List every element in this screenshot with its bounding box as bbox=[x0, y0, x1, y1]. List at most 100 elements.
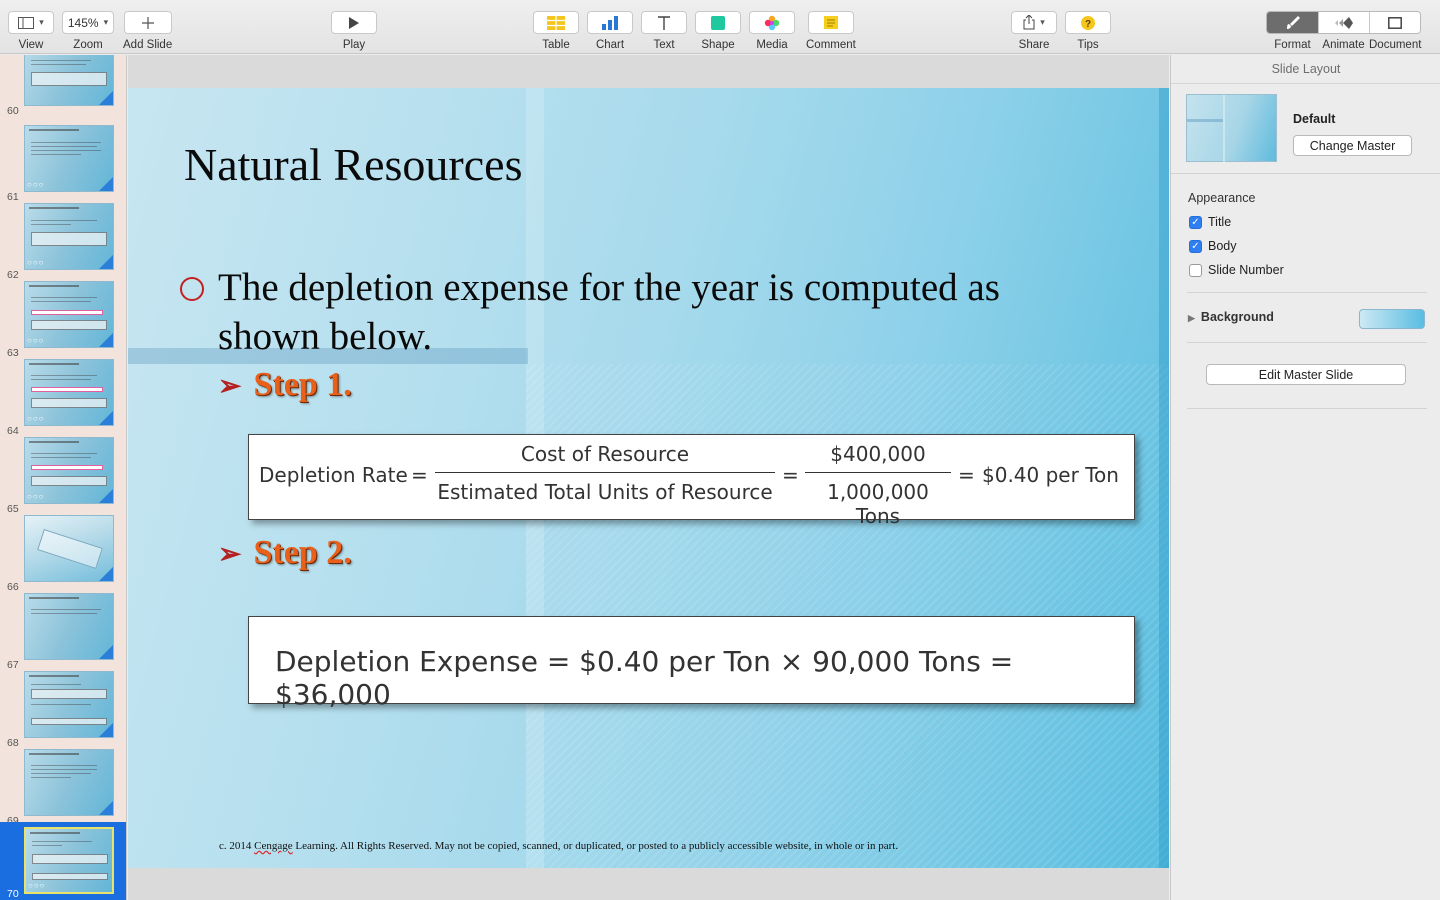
view-button[interactable]: ▾ bbox=[8, 11, 54, 34]
slide-number-checkbox[interactable] bbox=[1189, 263, 1202, 277]
format-tab[interactable] bbox=[1267, 12, 1318, 33]
step-1-heading[interactable]: ➢ Step 1. bbox=[218, 366, 352, 404]
slide-thumbnail[interactable]: ○○○ bbox=[24, 203, 114, 270]
slide-number: 64 bbox=[7, 425, 19, 437]
title-checkbox-row[interactable]: ✓ Title bbox=[1189, 215, 1231, 229]
slide-thumbnail[interactable]: ○○○ bbox=[24, 359, 114, 426]
shape-control[interactable]: Shape bbox=[695, 11, 741, 51]
slide-canvas: Natural Resources The depletion expense … bbox=[128, 55, 1169, 900]
slide-thumbnail-row[interactable]: 68 bbox=[0, 671, 126, 749]
bullet-ring-icon bbox=[180, 277, 204, 301]
slide-thumbnail[interactable]: ○○○ bbox=[24, 827, 114, 894]
inspector-tabs: Format Animate Document bbox=[1266, 11, 1421, 51]
add-slide-button[interactable] bbox=[123, 11, 172, 34]
comment-button[interactable] bbox=[807, 11, 854, 34]
media-button[interactable] bbox=[749, 11, 795, 34]
comment-icon bbox=[823, 16, 838, 29]
animate-tab[interactable] bbox=[1318, 12, 1369, 33]
animate-icon bbox=[1335, 16, 1353, 29]
zoom-label: Zoom bbox=[73, 39, 103, 51]
inspector-title: Slide Layout bbox=[1171, 55, 1440, 84]
format-label: Format bbox=[1274, 39, 1311, 51]
body-checkbox-row[interactable]: ✓ Body bbox=[1189, 239, 1237, 253]
comment-control[interactable]: Comment bbox=[806, 11, 856, 51]
edit-master-slide-button[interactable]: Edit Master Slide bbox=[1206, 364, 1406, 385]
slide-number-checkbox-row[interactable]: Slide Number bbox=[1189, 263, 1284, 277]
zoom-control[interactable]: 145% ▾ Zoom bbox=[62, 11, 114, 51]
copyright-footer[interactable]: c. 2014 Cengage Learning. All Rights Res… bbox=[219, 840, 898, 852]
slide-thumbnail-row[interactable]: 60 bbox=[0, 55, 126, 117]
share-button[interactable]: ▾ bbox=[1011, 11, 1057, 34]
table-label: Table bbox=[542, 39, 570, 51]
slide-thumbnail-row[interactable]: ○○○ 64 bbox=[0, 359, 126, 437]
slide-navigator[interactable]: 60 ○○○ 61 ○○○ 62 ○○○ 63 ○○○ 64 ○○○ 65 66… bbox=[0, 55, 127, 900]
slide-thumbnail[interactable] bbox=[24, 593, 114, 660]
document-icon bbox=[1388, 16, 1402, 29]
chart-button[interactable] bbox=[587, 11, 633, 34]
slide-thumbnail[interactable] bbox=[24, 671, 114, 738]
play-control[interactable]: Play bbox=[331, 11, 377, 51]
depletion-rate-formula[interactable]: Depletion Rate = Cost of Resource Estima… bbox=[248, 434, 1135, 528]
background-disclosure[interactable]: ▶ Background bbox=[1188, 310, 1274, 324]
slide-thumbnail[interactable] bbox=[24, 55, 114, 106]
title-checkbox[interactable]: ✓ bbox=[1189, 215, 1202, 229]
slide-thumbnail-row-selected[interactable]: ○○○ 70 bbox=[0, 822, 126, 900]
fraction-denominator: Estimated Total Units of Resource bbox=[437, 480, 773, 504]
step-2-label: Step 2. bbox=[253, 534, 352, 571]
bullet-text: The depletion expense for the year is co… bbox=[218, 266, 1000, 358]
equals-sign: = bbox=[782, 463, 799, 487]
table-button[interactable] bbox=[533, 11, 579, 34]
slide-thumbnail[interactable]: ○○○ bbox=[24, 437, 114, 504]
slide-title[interactable]: Natural Resources bbox=[184, 138, 523, 191]
body-checkbox[interactable]: ✓ bbox=[1189, 239, 1202, 253]
add-slide-label: Add Slide bbox=[123, 39, 173, 51]
slide-thumbnail-row[interactable]: ○○○ 62 bbox=[0, 203, 126, 281]
slide[interactable]: Natural Resources The depletion expense … bbox=[128, 88, 1169, 868]
chart-control[interactable]: Chart bbox=[587, 11, 633, 51]
table-control[interactable]: Table bbox=[533, 11, 579, 51]
zoom-select[interactable]: 145% ▾ bbox=[62, 11, 114, 34]
document-label: Document bbox=[1369, 39, 1422, 51]
share-control[interactable]: ▾ Share bbox=[1011, 11, 1057, 51]
tips-button[interactable]: ? bbox=[1065, 11, 1111, 34]
bar-chart-icon bbox=[602, 15, 618, 30]
play-button[interactable] bbox=[331, 11, 377, 34]
formula-result: $0.40 per Ton bbox=[982, 463, 1119, 487]
slide-number: 62 bbox=[7, 269, 19, 281]
slide-thumbnail[interactable] bbox=[24, 515, 114, 582]
slide-thumbnail[interactable]: ○○○ bbox=[24, 281, 114, 348]
share-label: Share bbox=[1018, 39, 1050, 51]
fraction-numerator: Cost of Resource bbox=[435, 442, 775, 473]
master-thumbnail[interactable] bbox=[1186, 94, 1277, 163]
change-master-button[interactable]: Change Master bbox=[1293, 135, 1412, 156]
disclosure-triangle-icon: ▶ bbox=[1188, 313, 1195, 323]
background-fill-swatch[interactable] bbox=[1359, 309, 1425, 329]
text-button[interactable] bbox=[641, 11, 687, 34]
text-control[interactable]: Text bbox=[641, 11, 687, 51]
depletion-expense-formula[interactable]: Depletion Expense = $0.40 per Ton × 90,0… bbox=[248, 616, 1135, 711]
step-2-heading[interactable]: ➢ Step 2. bbox=[218, 534, 352, 572]
sidebar-icon bbox=[18, 16, 35, 29]
view-control[interactable]: ▾ View bbox=[8, 11, 54, 51]
tips-control[interactable]: ? Tips bbox=[1065, 11, 1111, 51]
chevron-down-icon: ▾ bbox=[39, 17, 44, 27]
chevron-down-icon: ▾ bbox=[103, 17, 109, 27]
media-control[interactable]: Media bbox=[749, 11, 795, 51]
add-slide-control[interactable]: Add Slide bbox=[123, 11, 172, 51]
shape-button[interactable] bbox=[695, 11, 741, 34]
slide-thumbnail-row[interactable]: ○○○ 63 bbox=[0, 281, 126, 359]
equals-sign: = bbox=[411, 463, 428, 487]
slide-thumbnail[interactable] bbox=[24, 749, 114, 816]
slide-thumbnail-row[interactable]: ○○○ 61 bbox=[0, 125, 126, 203]
document-tab[interactable] bbox=[1369, 12, 1420, 33]
slide-thumbnail-row[interactable]: 69 bbox=[0, 749, 126, 827]
slide-thumbnail-row[interactable]: 67 bbox=[0, 593, 126, 671]
slide-thumbnail-row[interactable]: 66 bbox=[0, 515, 126, 593]
slide-thumbnail-row[interactable]: ○○○ 65 bbox=[0, 437, 126, 515]
slide-thumbnail[interactable]: ○○○ bbox=[24, 125, 114, 192]
appearance-label: Appearance bbox=[1188, 191, 1256, 205]
bullet-text-block[interactable]: The depletion expense for the year is co… bbox=[180, 263, 1060, 361]
play-icon bbox=[349, 16, 359, 29]
slide-number: 68 bbox=[7, 737, 19, 749]
slide-number: 60 bbox=[7, 105, 19, 117]
